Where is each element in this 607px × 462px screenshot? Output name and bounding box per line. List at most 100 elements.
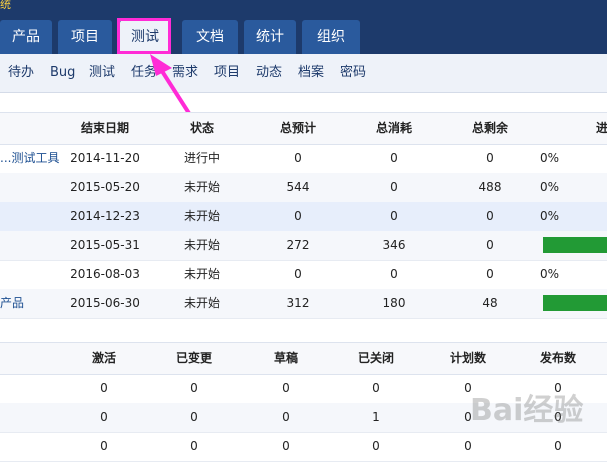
- cell-releases: 0: [554, 439, 562, 453]
- progress-bar: [543, 237, 607, 253]
- progress-label: 0%: [540, 180, 560, 194]
- project-name-link[interactable]: ...测试工具: [0, 144, 60, 173]
- subnav-password[interactable]: 密码: [340, 54, 366, 92]
- cell-active: 0: [100, 439, 108, 453]
- col-estimate: 总预计: [279, 121, 316, 135]
- cell-plans: 0: [464, 381, 472, 395]
- col-active: 激活: [91, 351, 116, 365]
- cell-consumed: 0: [390, 180, 398, 194]
- subnav-task[interactable]: 任务: [131, 54, 157, 92]
- tab-product[interactable]: 产品: [0, 20, 52, 54]
- cell-draft: 0: [282, 381, 290, 395]
- sub-nav: 待办 Bug 测试 任务 需求 项目 动态 档案 密码: [0, 54, 607, 93]
- cell-changed: 0: [190, 439, 198, 453]
- col-end-date: 结束日期: [80, 121, 129, 135]
- cell-estimate: 0: [294, 267, 302, 281]
- tab-project[interactable]: 项目: [58, 20, 112, 54]
- subnav-dynamic[interactable]: 动态: [256, 54, 282, 92]
- cell-estimate: 272: [286, 238, 310, 252]
- cell-end-date: 2015-05-31: [70, 238, 140, 252]
- cell-active: 0: [100, 381, 108, 395]
- cell-closed: 1: [372, 410, 380, 424]
- cell-plans: 0: [464, 410, 472, 424]
- subnav-todo[interactable]: 待办: [8, 54, 34, 92]
- cell-active: 0: [100, 410, 108, 424]
- subnav-bug[interactable]: Bug: [50, 54, 75, 92]
- subnav-profile[interactable]: 档案: [298, 54, 324, 92]
- col-progress: 进: [595, 121, 607, 135]
- project-row[interactable]: 2015-05-20 未开始 544 0 488 0%: [0, 173, 607, 203]
- col-draft: 草稿: [273, 351, 298, 365]
- col-changed: 已变更: [175, 351, 212, 365]
- cell-closed: 0: [372, 381, 380, 395]
- tab-report[interactable]: 统计: [244, 20, 296, 54]
- cell-releases: 0: [554, 410, 562, 424]
- cell-status: 未开始: [183, 267, 220, 281]
- cell-left: 0: [486, 267, 494, 281]
- col-consumed: 总消耗: [375, 121, 412, 135]
- col-releases: 发布数: [539, 351, 576, 365]
- cell-end-date: 2015-05-20: [70, 180, 140, 194]
- cell-end-date: 2015-06-30: [70, 296, 140, 310]
- cell-left: 0: [486, 151, 494, 165]
- cell-consumed: 346: [382, 238, 406, 252]
- progress-bar: [543, 295, 607, 311]
- cell-estimate: 312: [286, 296, 310, 310]
- story-row: 0 0 0 0 0 0: [0, 432, 607, 462]
- highlight-box: [117, 18, 171, 54]
- subnav-story[interactable]: 需求: [172, 54, 198, 92]
- subnav-project[interactable]: 项目: [214, 54, 240, 92]
- cell-consumed: 180: [382, 296, 406, 310]
- col-status: 状态: [189, 121, 214, 135]
- cell-estimate: 0: [294, 209, 302, 223]
- progress-label: 0%: [540, 209, 560, 223]
- cell-draft: 0: [282, 439, 290, 453]
- cell-consumed: 0: [390, 267, 398, 281]
- tab-company[interactable]: 组织: [302, 20, 360, 54]
- cell-end-date: 2014-11-20: [70, 151, 140, 165]
- cell-releases: 0: [554, 381, 562, 395]
- cell-estimate: 544: [286, 180, 310, 194]
- progress-label: 0%: [540, 151, 560, 165]
- project-row[interactable]: 产品 2015-06-30 未开始 312 180 48: [0, 289, 607, 319]
- cell-end-date: 2016-08-03: [70, 267, 140, 281]
- subnav-test[interactable]: 测试: [89, 54, 115, 92]
- project-row[interactable]: 2014-12-23 未开始 0 0 0 0%: [0, 202, 607, 232]
- cell-changed: 0: [190, 410, 198, 424]
- cell-changed: 0: [190, 381, 198, 395]
- top-bar: 统: [0, 0, 607, 20]
- cell-estimate: 0: [294, 151, 302, 165]
- cell-plans: 0: [464, 439, 472, 453]
- cell-end-date: 2014-12-23: [70, 209, 140, 223]
- col-left: 总剩余: [471, 121, 508, 135]
- project-table: 结束日期 状态 总预计 总消耗 总剩余 进 ...测试工具 2014-11-20 进…: [0, 112, 607, 325]
- project-name-link[interactable]: 产品: [0, 289, 60, 318]
- cell-left: 0: [486, 209, 494, 223]
- cell-status: 未开始: [183, 296, 220, 310]
- project-row[interactable]: 2016-08-03 未开始 0 0 0 0%: [0, 260, 607, 290]
- story-row: 0 0 0 0 0 0: [0, 374, 607, 404]
- cell-left: 48: [482, 296, 498, 310]
- brand-text: 统: [0, 0, 11, 11]
- story-table: 激活 已变更 草稿 已关闭 计划数 发布数 0 0 0 0 0 0 0 0 0 1 0 0 0 0 0 0 0 0: [0, 342, 607, 462]
- cell-status: 进行中: [183, 151, 220, 165]
- cell-consumed: 0: [390, 209, 398, 223]
- story-table-header: 激活 已变更 草稿 已关闭 计划数 发布数: [0, 343, 607, 375]
- project-row[interactable]: ...测试工具 2014-11-20 进行中 0 0 0 0%: [0, 144, 607, 174]
- story-row: 0 0 0 1 0 0: [0, 403, 607, 433]
- cell-consumed: 0: [390, 151, 398, 165]
- cell-status: 未开始: [183, 238, 220, 252]
- col-closed: 已关闭: [357, 351, 394, 365]
- cell-status: 未开始: [183, 209, 220, 223]
- cell-left: 488: [478, 180, 502, 194]
- cell-draft: 0: [282, 410, 290, 424]
- project-table-header: 结束日期 状态 总预计 总消耗 总剩余 进: [0, 113, 607, 145]
- cell-status: 未开始: [183, 180, 220, 194]
- project-row[interactable]: 2015-05-31 未开始 272 346 0: [0, 231, 607, 261]
- col-plans: 计划数: [449, 351, 486, 365]
- cell-closed: 0: [372, 439, 380, 453]
- tab-doc[interactable]: 文档: [182, 20, 238, 54]
- progress-label: 0%: [540, 267, 560, 281]
- main-nav: 产品 项目 测试 文档 统计 组织: [0, 20, 607, 54]
- cell-left: 0: [486, 238, 494, 252]
